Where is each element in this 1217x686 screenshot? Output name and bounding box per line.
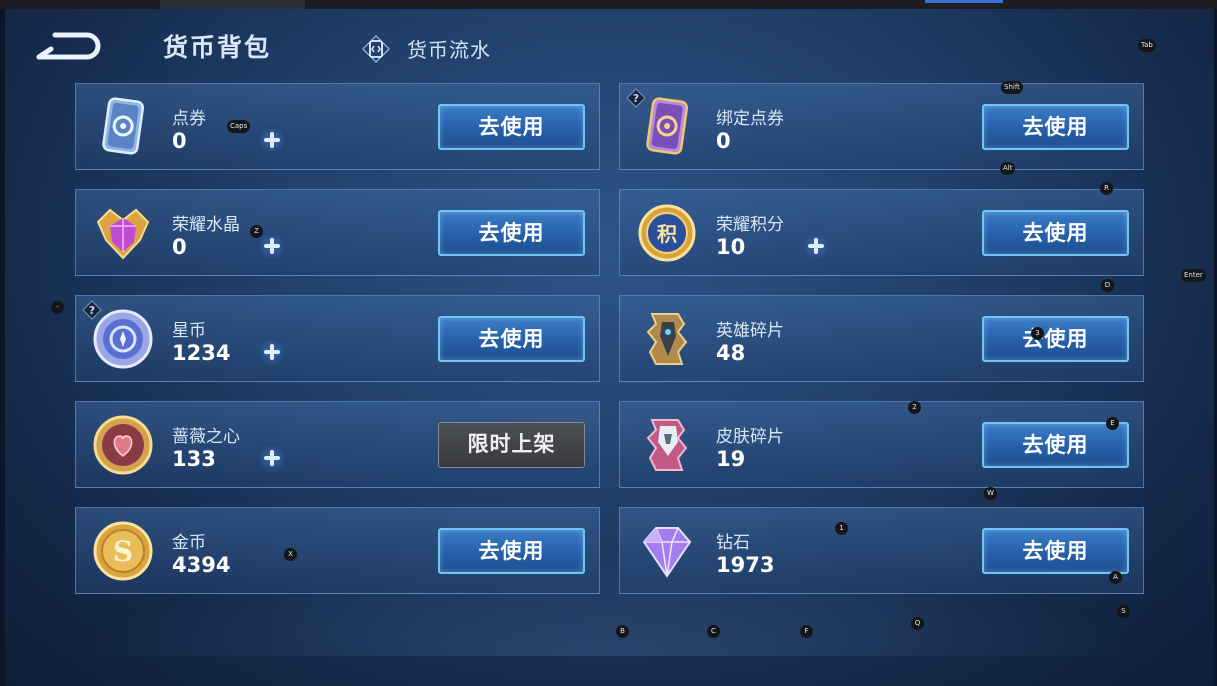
currency-amount: 1234 [172,341,231,365]
key-mapping-badge: 1 [835,522,848,535]
help-question-icon[interactable]: ? [82,300,102,320]
currency-amount: 19 [716,447,746,471]
skin-fragment-icon [634,412,700,478]
currency-card: S 金币 4394 去使用 [75,507,600,594]
key-mapping-badge: D [1101,279,1114,292]
currency-amount: 133 [172,447,216,471]
currency-name: 荣耀水晶 [172,215,240,235]
currency-card: 点券 0 去使用 [75,83,600,170]
currency-card: 钻石 1973 去使用 [619,507,1144,594]
add-currency-plus-icon[interactable] [257,125,287,155]
key-mapping-badge: 3 [1031,327,1044,340]
back-arrow-icon[interactable] [35,29,101,63]
browser-tab-bar [0,0,1217,9]
key-mapping-badge: Caps [227,120,251,133]
key-mapping-badge: X [284,548,297,561]
use-button[interactable]: 去使用 [982,316,1129,362]
currency-name: 点券 [172,109,206,129]
currency-name: 绑定点券 [716,109,784,129]
currency-name: 英雄碎片 [716,321,784,341]
key-mapping-badge: Alt [1000,162,1016,175]
limited-time-button: 限时上架 [438,422,585,468]
key-mapping-badge: Enter [1181,269,1206,282]
browser-tab[interactable] [160,0,305,9]
currency-card: 皮肤碎片 19 去使用 [619,401,1144,488]
currency-card: ? 绑定点券 0 去使用 [619,83,1144,170]
currency-card: ? 星币 1234 去使用 [75,295,600,382]
currency-card: 荣耀水晶 0 去使用 [75,189,600,276]
key-mapping-badge: F [800,625,813,638]
currency-name: 蔷薇之心 [172,427,240,447]
hero-fragment-icon [634,306,700,372]
glory-crystal-icon [90,200,156,266]
currency-flow-icon[interactable] [361,34,391,64]
use-button[interactable]: 去使用 [982,104,1129,150]
key-mapping-badge: 2 [908,401,921,414]
key-mapping-badge: C [707,625,720,638]
help-question-icon[interactable]: ? [626,88,646,108]
add-currency-plus-icon[interactable] [257,443,287,473]
key-mapping-badge: Tab [1138,39,1156,52]
use-button[interactable]: 去使用 [438,210,585,256]
currency-name: 荣耀积分 [716,215,784,235]
add-currency-plus-icon[interactable] [257,337,287,367]
key-mapping-badge: Q [911,617,924,630]
currency-amount: 4394 [172,553,231,577]
key-mapping-badge: R [1100,182,1113,195]
key-mapping-badge: B [616,625,629,638]
gold-coin-icon: S [90,518,156,584]
svg-text:积: 积 [657,222,677,246]
currency-amount: 0 [172,235,187,259]
currency-bag-screen: 货币背包 货币流水 点券 0 去使用? 绑定点券 0 去使用 荣耀水晶 0 去使用积荣耀积分 10… [5,9,1214,686]
key-mapping-badge: W [984,487,997,500]
currency-card: 蔷薇之心 133 限时上架 [75,401,600,488]
currency-amount: 0 [172,129,187,153]
rose-heart-icon [90,412,156,478]
use-button[interactable]: 去使用 [982,528,1129,574]
currency-card: 积 荣耀积分 10 去使用 [619,189,1144,276]
use-button[interactable]: 去使用 [982,422,1129,468]
svg-text:?: ? [633,92,639,105]
svg-text:S: S [113,535,133,568]
currency-flow-link[interactable]: 货币流水 [407,34,491,63]
use-button[interactable]: 去使用 [438,104,585,150]
currency-amount: 48 [716,341,746,365]
key-mapping-badge: Z [250,225,263,238]
coupon-card-icon [90,94,156,160]
key-mapping-badge: E [1106,417,1119,430]
currency-name: 皮肤碎片 [716,427,784,447]
key-mapping-badge: Shift [1001,81,1023,94]
currency-name: 星币 [172,321,206,341]
key-mapping-badge: A [1109,571,1122,584]
add-currency-plus-icon[interactable] [801,231,831,261]
currency-amount: 1973 [716,553,775,577]
glory-points-icon: 积 [634,200,700,266]
currency-amount: 0 [716,129,731,153]
currency-amount: 10 [716,235,746,259]
use-button[interactable]: 去使用 [438,316,585,362]
currency-name: 金币 [172,533,206,553]
browser-accent-bar [925,0,1003,3]
diamond-icon [634,518,700,584]
key-mapping-badge: - [51,301,64,314]
currency-name: 钻石 [716,533,750,553]
use-button[interactable]: 去使用 [438,528,585,574]
svg-text:?: ? [89,304,95,317]
currency-card: 英雄碎片 48 去使用 [619,295,1144,382]
use-button[interactable]: 去使用 [982,210,1129,256]
page-title: 货币背包 [163,33,272,62]
key-mapping-badge: S [1117,605,1130,618]
